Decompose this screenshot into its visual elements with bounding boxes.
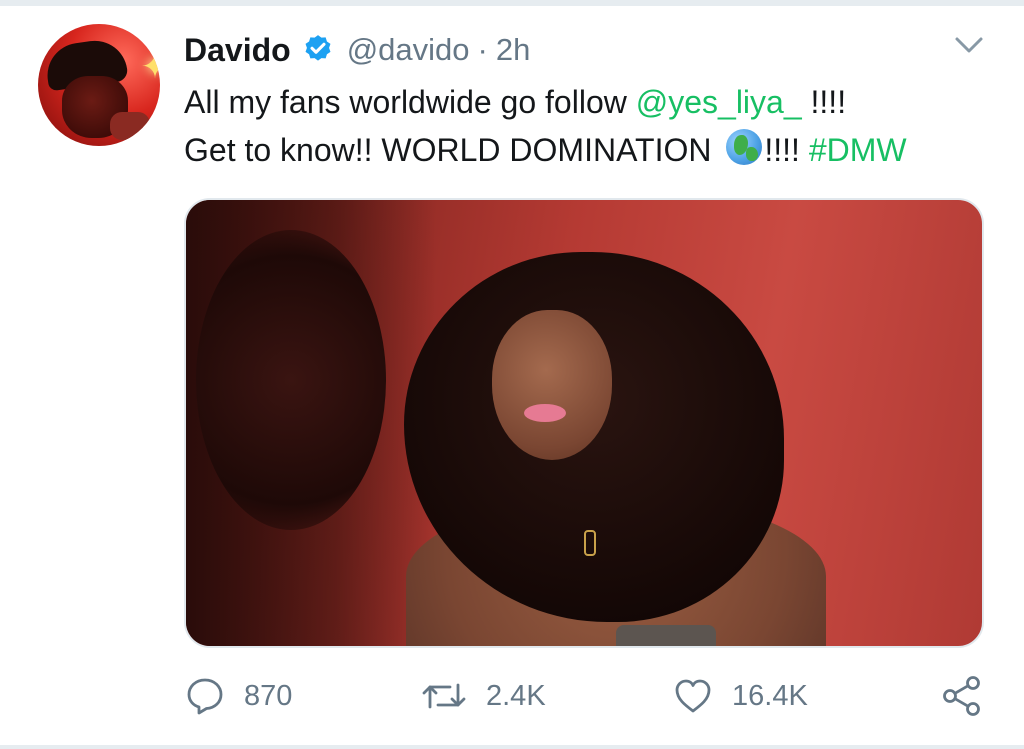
tweet-text-segment: Get to know!! WORLD DOMINATION — [184, 132, 721, 168]
chevron-down-icon[interactable] — [952, 30, 986, 60]
hashtag-link[interactable]: #DMW — [809, 132, 907, 168]
like-button[interactable]: 16.4K — [672, 668, 808, 724]
tweet-photo[interactable] — [184, 198, 984, 648]
tweet-header: Davido @davido · 2h — [184, 28, 530, 72]
globe-icon — [726, 129, 763, 165]
author-avatar[interactable]: ✦ — [38, 24, 160, 146]
reply-count: 870 — [244, 679, 293, 712]
tweet-actions: 870 2.4K 16.4K — [184, 668, 994, 724]
heart-icon — [675, 679, 711, 713]
like-count: 16.4K — [732, 679, 808, 712]
author-display-name[interactable]: Davido — [184, 32, 291, 69]
tweet-text-line-2: Get to know!! WORLD DOMINATION !!!! #DMW — [184, 126, 1004, 174]
top-divider — [0, 0, 1024, 6]
retweet-count: 2.4K — [486, 679, 546, 712]
retweet-icon — [422, 683, 466, 709]
avatar-hand — [110, 112, 150, 140]
share-icon — [943, 676, 980, 716]
share-button[interactable] — [940, 668, 984, 724]
tweet-text-segment: !!!! — [801, 84, 847, 120]
tweet-timestamp[interactable]: 2h — [496, 32, 530, 68]
author-handle[interactable]: @davido — [347, 32, 470, 68]
mention-link[interactable]: @yes_liya_ — [636, 84, 802, 120]
verified-badge-icon — [305, 35, 331, 61]
meta-separator: · — [477, 32, 488, 67]
tweet-text-segment: !!!! — [764, 132, 809, 168]
speech-bubble-icon — [187, 678, 223, 715]
retweet-button[interactable]: 2.4K — [420, 668, 546, 724]
tweet-text-line-1: All my fans worldwide go follow @yes_liy… — [184, 78, 1004, 126]
tweet-text-segment: All my fans worldwide go follow — [184, 84, 636, 120]
reply-button[interactable]: 870 — [184, 668, 292, 724]
bottom-divider — [0, 745, 1024, 749]
tweet-text: All my fans worldwide go follow @yes_liy… — [184, 78, 1004, 174]
sparkle-icon: ✦ — [140, 48, 160, 86]
